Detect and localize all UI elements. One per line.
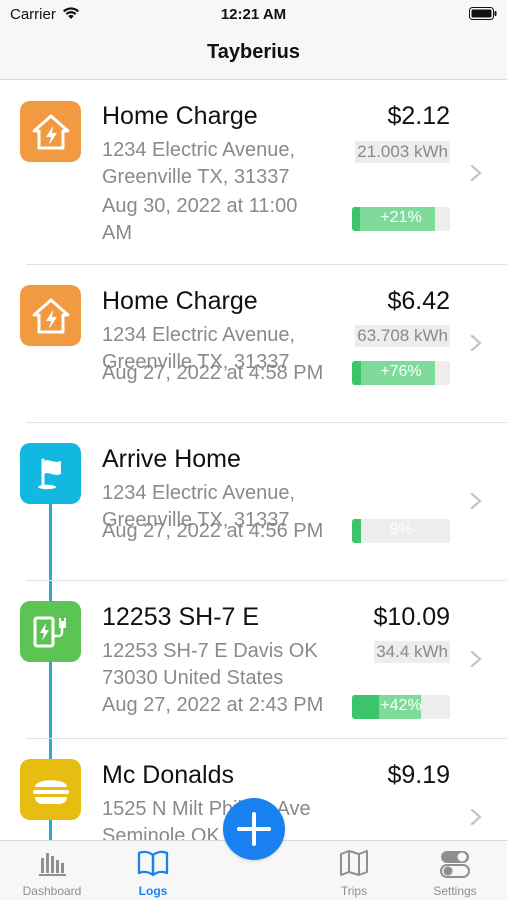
charge-progress-bar: +76% [352,361,450,385]
log-date: Aug 27, 2022 at 2:43 PM [102,694,324,716]
log-address: 1234 Electric Avenue, Greenville TX, 313… [102,139,296,188]
log-title: 12253 SH-7 E [102,603,260,631]
tab-logs[interactable]: Logs [103,841,203,900]
tab-label: Logs [138,884,168,898]
page-title: Tayberius [207,41,300,63]
chevron-right-icon [470,164,482,182]
tab-trips[interactable]: Trips [304,841,404,900]
charge-progress-bar: +42% [352,695,450,719]
log-price: $9.19 [387,761,450,789]
log-energy: 34.4 kWh [374,641,450,663]
home-charge-icon [20,285,81,346]
tab-label: Settings [433,884,477,898]
log-date: Aug 30, 2022 at 11:00 AM [102,195,298,244]
log-list[interactable]: Home Charge $2.12 1234 Electric Avenue, … [0,81,507,840]
tab-dashboard[interactable]: Dashboard [2,841,102,900]
home-charge-icon [20,101,81,162]
chevron-right-icon [470,808,482,826]
tab-settings[interactable]: Settings [405,841,505,900]
log-title: Mc Donalds [102,761,234,789]
map-icon [340,850,368,876]
log-energy: 63.708 kWh [355,325,450,347]
chevron-right-icon [470,650,482,668]
log-address: 1525 N Milt Phillips Ave Seminole OK 748… [102,798,311,840]
charge-level-label: 9% [389,521,413,538]
chevron-right-icon [470,492,482,510]
log-row[interactable]: Arrive Home 1234 Electric Avenue, Greenv… [0,423,507,581]
log-price: $2.12 [387,102,450,130]
log-row[interactable]: Home Charge $6.42 1234 Electric Avenue, … [0,265,507,423]
log-row[interactable]: Home Charge $2.12 1234 Electric Avenue, … [0,81,507,265]
log-title: Home Charge [102,287,258,315]
book-icon [137,850,169,877]
log-row[interactable]: 12253 SH-7 E $10.09 12253 SH-7 E Davis O… [0,581,507,739]
chevron-right-icon [470,334,482,352]
toggles-icon [440,851,470,878]
plus-icon [237,812,271,846]
add-log-button[interactable] [223,798,285,860]
chart-icon [39,853,66,876]
tab-label: Trips [340,884,368,898]
flag-icon [20,443,81,504]
charge-delta-label: +42% [380,697,422,714]
battery-icon [469,7,497,25]
status-bar: Carrier 12:21 AM [0,0,507,30]
log-price: $10.09 [373,603,450,631]
log-price: $6.42 [387,287,450,315]
nav-bar: Tayberius [0,30,507,80]
tab-label: Dashboard [22,884,82,898]
status-time: 12:21 AM [220,6,287,23]
log-date: Aug 27, 2022 at 4:56 PM [102,520,324,542]
charge-delta-label: +76% [380,363,422,380]
log-title: Arrive Home [102,445,241,473]
log-energy: 21.003 kWh [355,141,450,163]
burger-icon [20,759,81,820]
charge-progress-bar: +21% [352,207,450,231]
log-title: Home Charge [102,102,258,130]
ev-charger-icon [20,601,81,662]
log-address: 12253 SH-7 E Davis OK 73030 United State… [102,640,318,689]
log-date: Aug 27, 2022 at 4:58 PM [102,362,324,384]
charge-progress-bar: 9% [352,519,450,543]
charge-delta-label: +21% [380,209,422,226]
